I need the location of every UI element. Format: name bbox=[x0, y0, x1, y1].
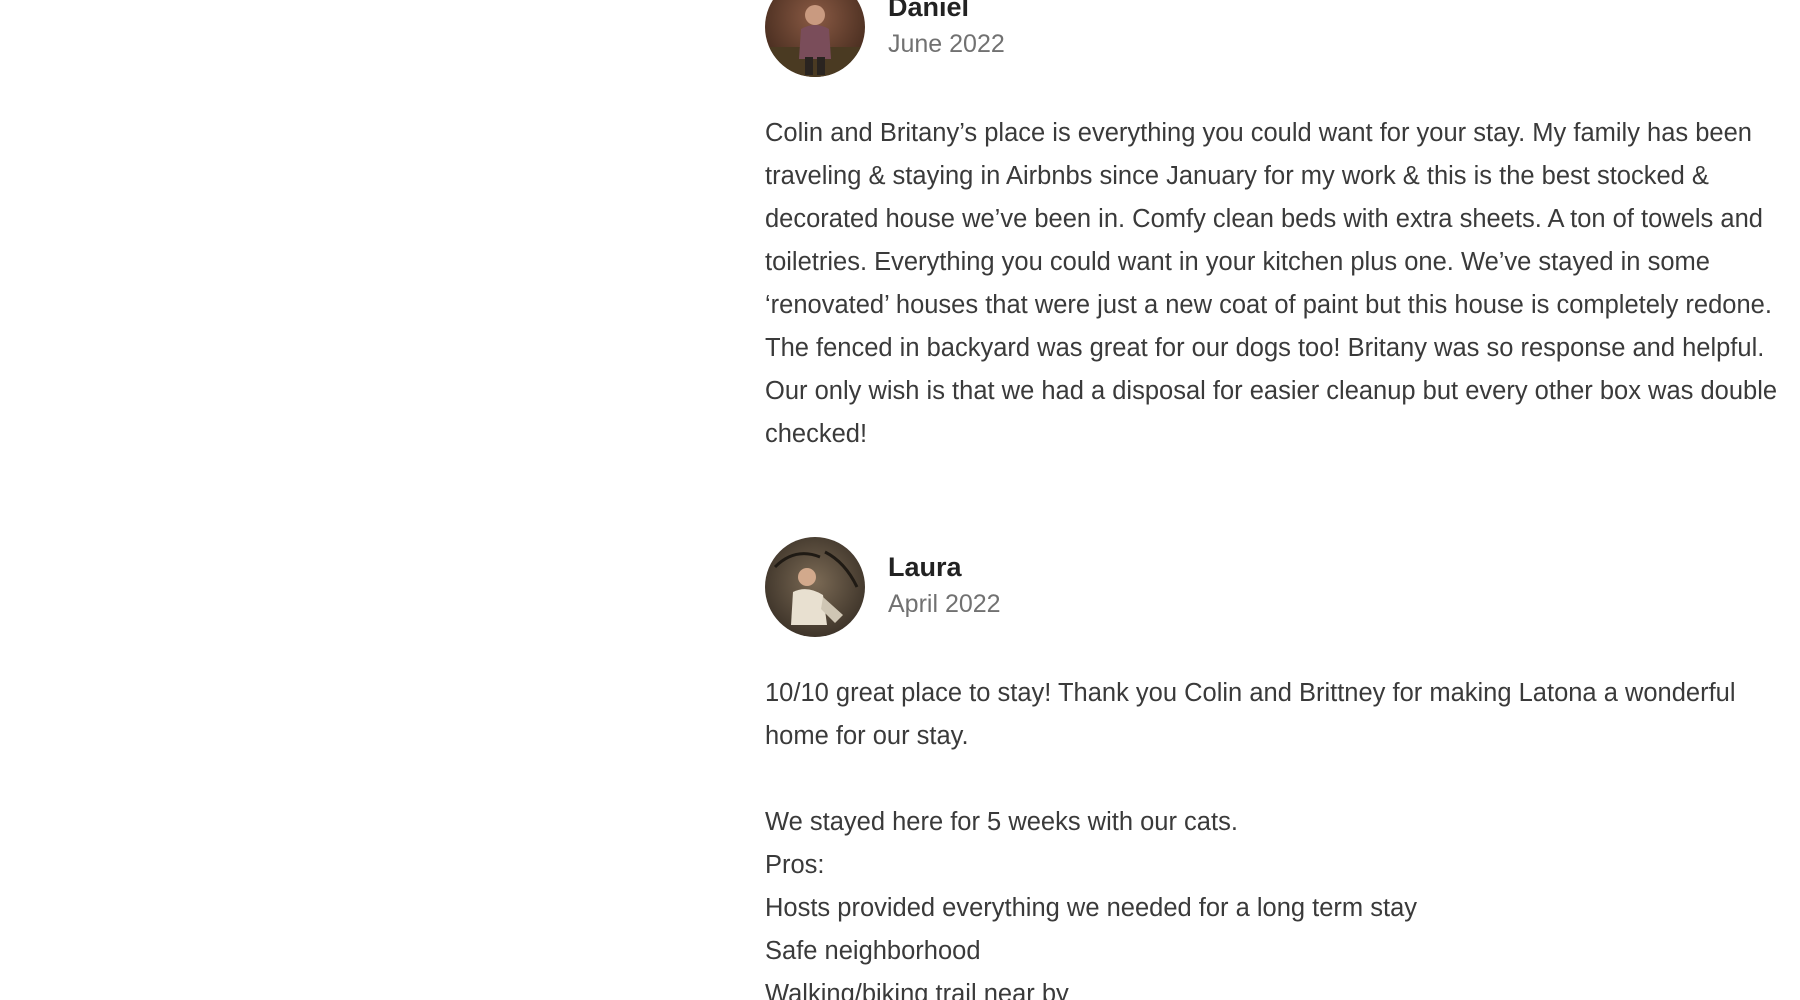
reviewer-name: Laura bbox=[888, 552, 962, 582]
review-paragraph: We stayed here for 5 weeks with our cats… bbox=[765, 808, 1238, 836]
review-card: Laura April 2022 10/10 great place to st… bbox=[765, 537, 1785, 1000]
review-text: Colin and Britany’s place is everything … bbox=[765, 112, 1785, 456]
avatar-photo-icon bbox=[765, 537, 865, 637]
review-date: April 2022 bbox=[888, 590, 1001, 618]
review-card: Daniel June 2022 Colin and Britany’s pla… bbox=[765, 0, 1785, 456]
reviewer-avatar[interactable] bbox=[765, 0, 865, 77]
review-header: Laura April 2022 bbox=[765, 537, 1785, 637]
avatar-photo-icon bbox=[765, 0, 865, 77]
review-header: Daniel June 2022 bbox=[765, 0, 1785, 77]
review-pros-item: Walking/biking trail near by bbox=[765, 980, 1069, 1000]
review-text: 10/10 great place to stay! Thank you Col… bbox=[765, 672, 1785, 1000]
review-paragraph: 10/10 great place to stay! Thank you Col… bbox=[765, 679, 1736, 750]
reviewer-name: Daniel bbox=[888, 0, 970, 22]
review-date: June 2022 bbox=[888, 30, 1005, 58]
review-pros-item: Hosts provided everything we needed for … bbox=[765, 894, 1418, 922]
review-pros-item: Safe neighborhood bbox=[765, 937, 981, 965]
review-pros-heading: Pros: bbox=[765, 851, 825, 879]
review-paragraph: Colin and Britany’s place is everything … bbox=[765, 119, 1778, 448]
reviewer-avatar[interactable] bbox=[765, 537, 865, 637]
